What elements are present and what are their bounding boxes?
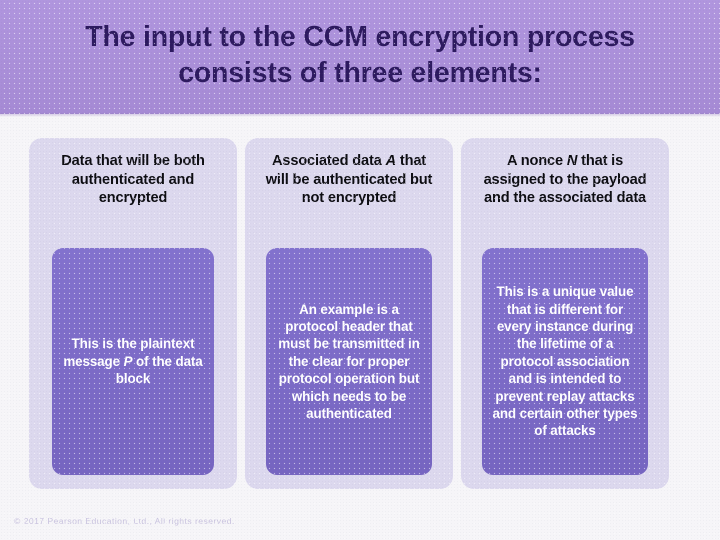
element-card-nonce-body-text: This is a unique value that is different… — [492, 284, 638, 439]
element-card-data-header: Data that will be both authenticated and… — [61, 153, 205, 207]
element-card-associated-data: Associated data A that will be authentic… — [245, 138, 453, 489]
element-card-data: Data that will be both authenticated and… — [29, 138, 237, 489]
title-banner: The input to the CCM encryption process … — [0, 0, 720, 117]
element-card-data-body: This is the plaintext message P of the d… — [52, 248, 214, 475]
element-card-data-body-text: This is the plaintext message P of the d… — [63, 336, 203, 387]
element-card-associated-data-header: Associated data A that will be authentic… — [265, 153, 433, 207]
element-card-nonce: A nonce N that is assigned to the payloa… — [461, 138, 669, 489]
page-title: The input to the CCM encryption process … — [85, 20, 635, 89]
element-card-nonce-header: A nonce N that is assigned to the payloa… — [483, 153, 647, 207]
element-card-associated-data-body: An example is a protocol header that mus… — [266, 248, 432, 475]
element-card-associated-data-body-text: An example is a protocol header that mus… — [278, 301, 420, 422]
element-card-nonce-body: This is a unique value that is different… — [482, 248, 648, 475]
elements-columns: Data that will be both authenticated and… — [29, 138, 669, 489]
copyright-footer: © 2017 Pearson Education, Ltd., All righ… — [14, 516, 235, 526]
